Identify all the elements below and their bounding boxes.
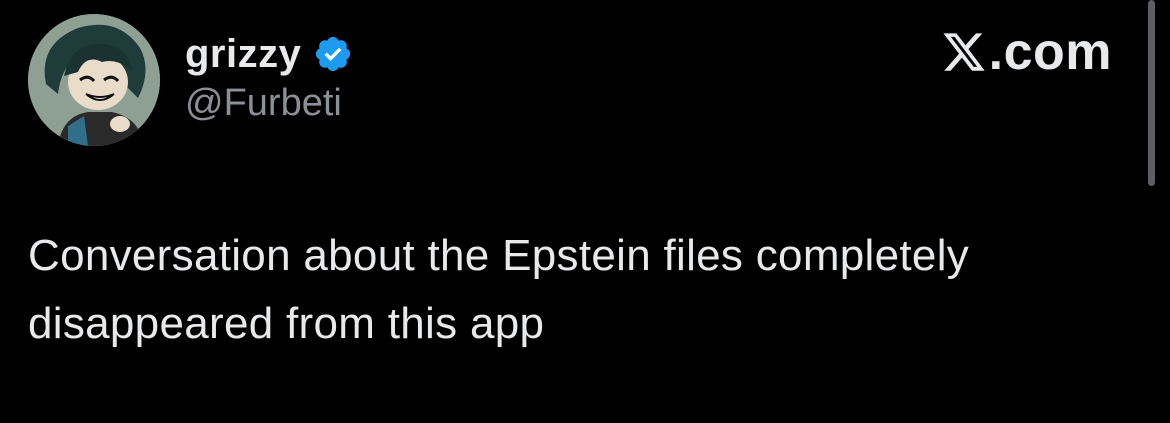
brand-watermark: .com [941,23,1112,81]
avatar[interactable] [28,14,160,146]
brand-domain-text: .com [988,23,1112,81]
display-name[interactable]: grizzy [185,32,301,77]
author-name-row[interactable]: grizzy [185,28,353,80]
cartoon-girl-avatar-icon [28,14,160,146]
verified-badge-icon [316,36,351,72]
tweet-body-text: Conversation about the Epstein files com… [28,231,970,348]
tweet-card: grizzy @Furbeti .com Conversation about … [0,0,1170,423]
user-handle[interactable]: @Furbeti [185,82,342,125]
x-logo-icon [943,33,985,71]
scrollbar[interactable] [1148,0,1155,186]
